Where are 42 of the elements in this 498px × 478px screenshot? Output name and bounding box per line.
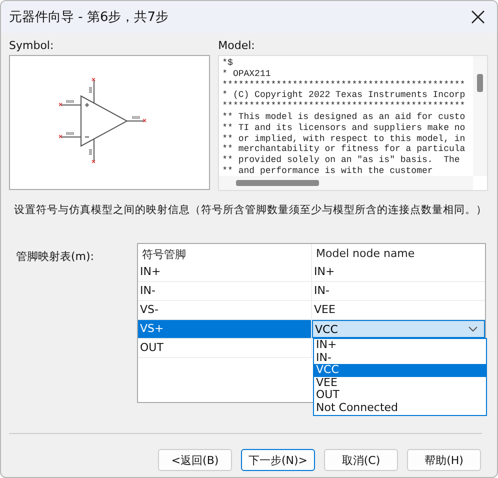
instruction-text: 设置符号与仿真模型之间的映射信息（符号所含管脚数量须至少与模型所含的连接点数量相同。） <box>14 203 488 217</box>
chevron-down-icon <box>468 326 478 332</box>
model-text-line: ** merchantability or fitness for a particula <box>222 144 466 156</box>
table-cell[interactable]: VS+ <box>138 320 312 338</box>
close-icon[interactable] <box>471 10 485 24</box>
table-cell[interactable]: IN- <box>138 282 312 300</box>
dropdown-option[interactable]: IN- <box>314 352 486 364</box>
model-text-line: ** provided solely on an "as is" basis. The <box>222 155 461 166</box>
symbol-label: Symbol: <box>9 39 55 53</box>
table-cell[interactable]: OUT <box>138 339 312 357</box>
pin-map-label: 管脚映射表(m): <box>15 249 96 265</box>
table-cell[interactable]: IN+ <box>312 263 485 281</box>
window-title: 元器件向导 - 第6步，共7步 <box>9 9 168 26</box>
table-cell[interactable]: IN- <box>312 282 485 300</box>
model-text-line: *$ <box>222 58 234 69</box>
node-dropdown[interactable]: VCC <box>312 320 485 338</box>
model-text-line: ** or implied, with respect to this model, in <box>222 134 466 144</box>
dropdown-option[interactable]: IN+ <box>314 339 486 352</box>
dropdown-option[interactable]: VEE <box>314 376 486 390</box>
column-header[interactable]: 符号管脚 <box>138 244 312 263</box>
horizontal-scrollbar[interactable] <box>219 176 473 190</box>
dialog-button[interactable]: 下一步(N)> <box>241 449 315 471</box>
model-text-line: ** TI and its licensors and suppliers make no <box>222 122 466 134</box>
model-text-line: ********************************************* <box>222 101 466 112</box>
model-text-line: ** and performance is with the customer <box>222 166 434 176</box>
model-text-line: * (C) Copyright 2022 Texas Instruments Incorp <box>222 90 466 102</box>
model-text-line: ********************************************* <box>222 80 466 90</box>
model-label: Model: <box>218 39 256 53</box>
dropdown-option[interactable]: VCC <box>314 364 486 377</box>
table-cell[interactable]: IN+ <box>138 263 312 281</box>
table-cell[interactable]: VS- <box>138 301 312 319</box>
vertical-scrollbar[interactable] <box>473 56 487 176</box>
dropdown-option[interactable]: Not Connected <box>314 402 486 415</box>
dialog-button[interactable]: 帮助(H) <box>407 449 481 471</box>
model-text-box[interactable] <box>218 55 488 191</box>
column-header[interactable]: Model node name <box>312 244 485 263</box>
dialog-button[interactable]: 取消(C) <box>324 449 398 471</box>
dropdown-option[interactable]: OUT <box>314 389 486 402</box>
model-text-line: ** This model is designed as an aid for custo <box>222 112 466 123</box>
table-cell[interactable]: VEE <box>312 301 485 319</box>
dialog-button[interactable]: <返回(B) <box>158 449 232 471</box>
model-text-line: * OPAX211 <box>222 68 272 80</box>
